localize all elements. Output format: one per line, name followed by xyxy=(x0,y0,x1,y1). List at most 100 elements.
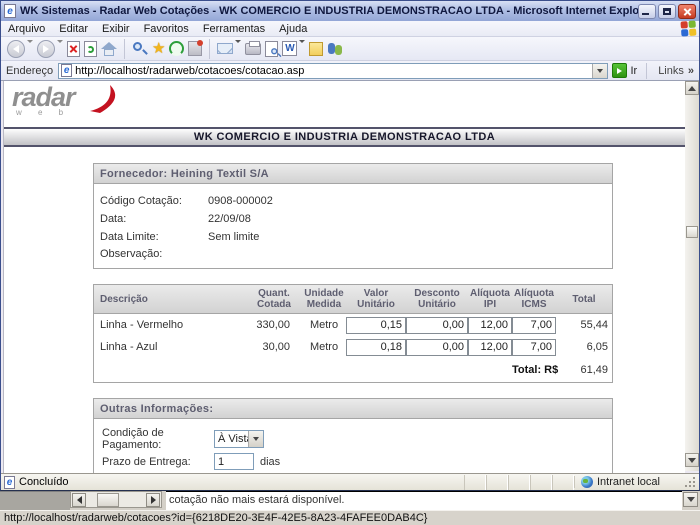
col-header-descricao: Descrição xyxy=(96,294,246,305)
maximize-button[interactable] xyxy=(658,4,676,19)
background-message-text: cotação não mais estará disponível. xyxy=(166,491,682,510)
home-button[interactable] xyxy=(101,38,117,60)
background-scroll-down-button[interactable] xyxy=(683,492,698,507)
menu-ajuda[interactable]: Ajuda xyxy=(272,23,314,35)
toolbar-separator xyxy=(646,63,647,79)
forward-button[interactable] xyxy=(37,38,63,60)
scroll-right-button[interactable] xyxy=(146,493,160,507)
condicao-pagamento-label: Condição de Pagamento: xyxy=(102,427,214,451)
stop-button[interactable] xyxy=(67,38,80,60)
prazo-entrega-input[interactable] xyxy=(214,453,254,470)
menu-arquivo[interactable]: Arquivo xyxy=(1,23,52,35)
links-chevron-icon[interactable]: » xyxy=(688,65,694,77)
background-frame-area xyxy=(0,491,70,510)
search-icon xyxy=(132,41,148,57)
windows-logo-icon xyxy=(680,20,697,37)
go-button[interactable]: Ir xyxy=(612,63,637,78)
edit-button[interactable] xyxy=(265,38,278,60)
status-text: Concluído xyxy=(19,476,464,488)
radar-logo: radar w e b xyxy=(12,83,75,117)
discuss-button[interactable] xyxy=(309,38,323,60)
media-button[interactable] xyxy=(188,38,202,60)
address-dropdown-button[interactable] xyxy=(592,64,607,78)
media-icon xyxy=(188,41,202,56)
col-header-unidade: Unidade Medida xyxy=(302,288,346,310)
home-icon xyxy=(101,42,117,56)
aliquota-icms-input[interactable] xyxy=(512,317,556,334)
down-arrow-icon xyxy=(688,458,696,463)
radar-logo-sub: w e b xyxy=(16,108,75,117)
vertical-scroll-thumb[interactable] xyxy=(686,226,698,238)
menu-favoritos[interactable]: Favoritos xyxy=(137,23,196,35)
favorites-star-icon: ★ xyxy=(152,41,165,56)
cell-quant: 30,00 xyxy=(246,341,302,353)
page-viewport: radar w e b WK COMERCIO E INDUSTRIA DEMO… xyxy=(3,81,685,473)
desconto-unitario-input[interactable] xyxy=(406,339,468,356)
desconto-unitario-input[interactable] xyxy=(406,317,468,334)
back-button[interactable] xyxy=(7,38,33,60)
minimize-button[interactable] xyxy=(638,4,656,19)
field-label: Data: xyxy=(100,213,208,225)
status-panels xyxy=(464,475,574,490)
menu-editar[interactable]: Editar xyxy=(52,23,95,35)
cell-descricao: Linha - Vermelho xyxy=(96,319,246,331)
title-bar[interactable]: e WK Sistemas - Radar Web Cotações - WK … xyxy=(1,1,699,21)
outras-informacoes-header-text: Outras Informações: xyxy=(100,403,213,415)
scroll-up-button[interactable] xyxy=(685,81,699,95)
page-body: Fornecedor: Heining Textil S/A Código Co… xyxy=(4,147,685,473)
menu-ferramentas[interactable]: Ferramentas xyxy=(196,23,272,35)
links-label[interactable]: Links xyxy=(658,65,684,77)
condicao-pagamento-select[interactable]: À Vista xyxy=(214,430,264,448)
scroll-left-button[interactable] xyxy=(72,493,86,507)
address-input[interactable]: e http://localhost/radarweb/cotacoes/cot… xyxy=(58,63,608,79)
ie-document-icon: e xyxy=(61,64,72,77)
standard-toolbar: ★ W xyxy=(1,37,699,61)
field-label: Data Limite: xyxy=(100,231,208,243)
company-header-band: WK COMERCIO E INDUSTRIA DEMONSTRACAO LTD… xyxy=(4,127,685,147)
ie-document-icon: e xyxy=(4,4,16,18)
background-window-fragment: cotação não mais estará disponível. http… xyxy=(0,487,700,525)
vertical-scrollbar[interactable] xyxy=(685,81,699,471)
horizontal-scrollbar[interactable] xyxy=(70,491,162,508)
search-button[interactable] xyxy=(132,38,148,60)
horizontal-scroll-thumb[interactable] xyxy=(97,493,119,507)
logo-band: radar w e b xyxy=(4,81,685,125)
scroll-down-button[interactable] xyxy=(685,453,699,467)
down-arrow-icon xyxy=(687,497,695,502)
valor-unitario-input[interactable] xyxy=(346,317,406,334)
close-button[interactable] xyxy=(678,4,696,19)
resize-grip[interactable] xyxy=(684,476,696,488)
edit-with-word-button[interactable]: W xyxy=(282,38,305,60)
outras-informacoes-header: Outras Informações: xyxy=(94,399,612,419)
window-title: WK Sistemas - Radar Web Cotações - WK CO… xyxy=(20,5,638,17)
table-row: Linha - Vermelho 330,00 Metro 55,44 xyxy=(94,314,612,336)
aliquota-ipi-input[interactable] xyxy=(468,339,512,356)
address-label: Endereço xyxy=(6,65,53,77)
field-label: Observação: xyxy=(100,248,208,260)
col-header-icms: Alíquota ICMS xyxy=(512,288,556,310)
col-header-total: Total xyxy=(556,294,612,305)
refresh-icon xyxy=(84,41,97,57)
mail-button[interactable] xyxy=(217,38,241,60)
mail-icon xyxy=(217,43,233,54)
fornecedor-header: Fornecedor: Heining Textil S/A xyxy=(94,164,612,184)
table-row: Linha - Azul 30,00 Metro 6,05 xyxy=(94,336,612,358)
browser-window: e WK Sistemas - Radar Web Cotações - WK … xyxy=(0,0,700,491)
favorites-button[interactable]: ★ xyxy=(152,38,165,60)
valor-unitario-input[interactable] xyxy=(346,339,406,356)
form-row: Condição de Pagamento: À Vista xyxy=(102,427,606,450)
messenger-button[interactable] xyxy=(327,38,343,60)
items-table-box: Descrição Quant. Cotada Unidade Medida V… xyxy=(93,284,613,383)
discuss-note-icon xyxy=(309,42,323,56)
toolbar-separator xyxy=(124,39,125,59)
col-header-valor: Valor Unitário xyxy=(346,288,406,310)
print-icon xyxy=(245,43,261,55)
print-button[interactable] xyxy=(245,38,261,60)
select-dropdown-button[interactable] xyxy=(248,431,263,447)
aliquota-ipi-input[interactable] xyxy=(468,317,512,334)
menu-exibir[interactable]: Exibir xyxy=(95,23,137,35)
refresh-button[interactable] xyxy=(84,38,97,60)
aliquota-icms-input[interactable] xyxy=(512,339,556,356)
status-bar: e Concluído Intranet local xyxy=(1,473,699,490)
history-button[interactable] xyxy=(169,38,184,60)
